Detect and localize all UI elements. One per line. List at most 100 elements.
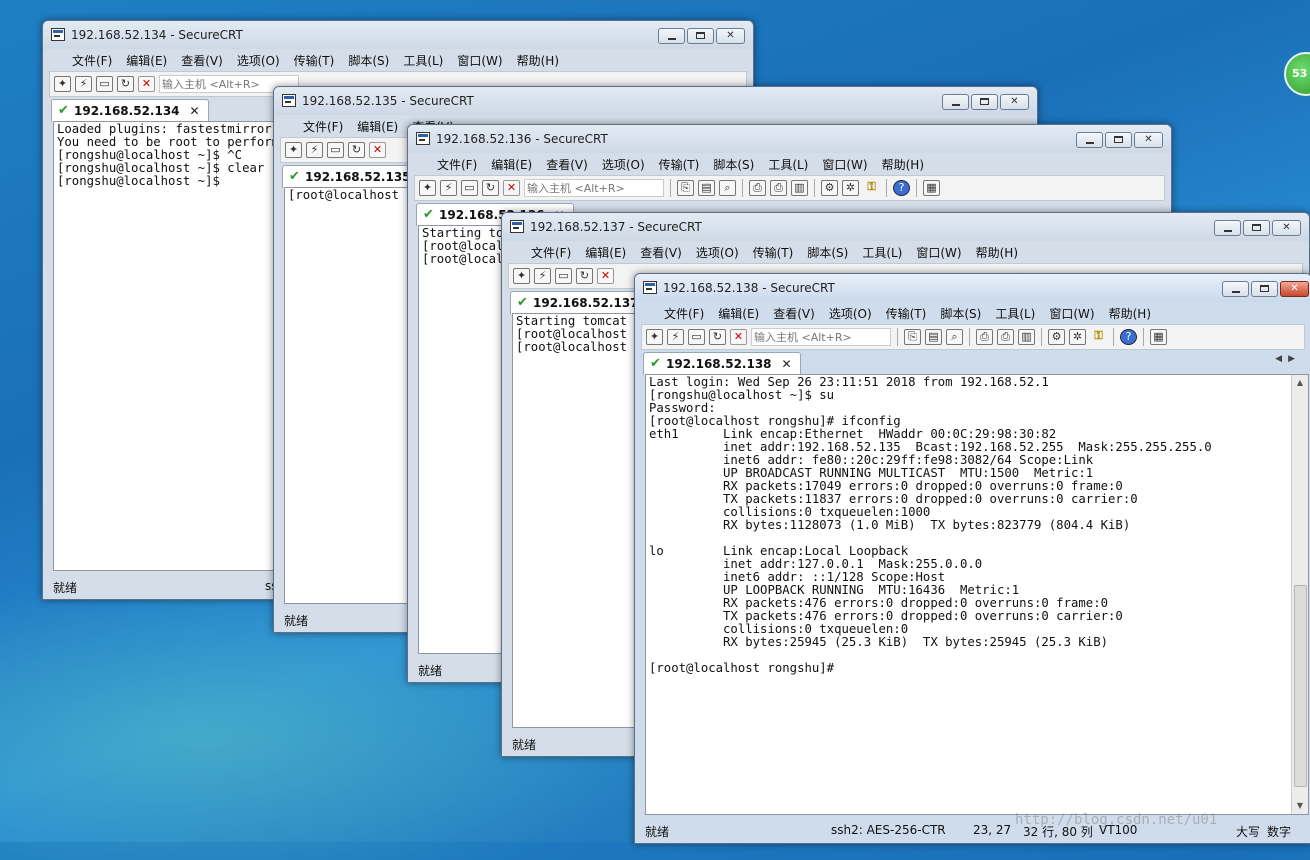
session-options-icon[interactable]: ⚙ bbox=[821, 180, 838, 196]
menu-script[interactable]: 脚本(S) bbox=[933, 302, 988, 324]
connect-tab-icon[interactable]: ▭ bbox=[327, 142, 344, 158]
close-button[interactable] bbox=[1280, 281, 1309, 297]
tab-close-icon[interactable]: ✕ bbox=[781, 353, 791, 375]
quick-connect-icon[interactable]: ⚡ bbox=[75, 76, 92, 92]
menu-transfer[interactable]: 传输(T) bbox=[879, 302, 934, 324]
host-input[interactable]: 输入主机 <Alt+R> bbox=[751, 328, 891, 346]
print-icon[interactable]: ⎙ bbox=[749, 180, 766, 196]
print-icon[interactable]: ⎙ bbox=[976, 329, 993, 345]
tab-scroll-arrows-icon[interactable]: ◀▶ bbox=[1275, 354, 1301, 364]
title-bar[interactable]: 192.168.52.134 - SecureCRT bbox=[43, 21, 753, 49]
find-icon[interactable]: ⌕ bbox=[946, 329, 963, 345]
print-selection-icon[interactable]: ⎙ bbox=[997, 329, 1014, 345]
session-tab[interactable]: ✔ 192.168.52.134 ✕ bbox=[51, 99, 209, 122]
menu-file[interactable]: 文件(F) bbox=[65, 49, 119, 71]
keymap-icon[interactable]: ⚿ bbox=[1090, 329, 1107, 345]
global-options-icon[interactable]: ✲ bbox=[842, 180, 859, 196]
paste-icon[interactable]: ▤ bbox=[698, 180, 715, 196]
connect-icon[interactable]: ✦ bbox=[285, 142, 302, 158]
maximize-button[interactable] bbox=[971, 94, 998, 110]
menu-options[interactable]: 选项(O) bbox=[230, 49, 287, 71]
menu-window[interactable]: 窗口(W) bbox=[450, 49, 509, 71]
menu-file[interactable]: 文件(F) bbox=[296, 115, 350, 137]
copy-icon[interactable]: ⎘ bbox=[904, 329, 921, 345]
quick-connect-icon[interactable]: ⚡ bbox=[534, 268, 551, 284]
scroll-thumb[interactable] bbox=[1294, 585, 1307, 787]
menu-tools[interactable]: 工具(L) bbox=[988, 302, 1042, 324]
host-input[interactable]: 输入主机 <Alt+R> bbox=[524, 179, 664, 197]
menu-help[interactable]: 帮助(H) bbox=[969, 241, 1025, 263]
find-icon[interactable]: ⌕ bbox=[719, 180, 736, 196]
menu-view[interactable]: 查看(V) bbox=[766, 302, 822, 324]
print-selection-icon[interactable]: ⎙ bbox=[770, 180, 787, 196]
menu-options[interactable]: 选项(O) bbox=[689, 241, 746, 263]
scroll-up-icon[interactable]: ▲ bbox=[1292, 375, 1308, 391]
reconnect-icon[interactable]: ↻ bbox=[348, 142, 365, 158]
copy-icon[interactable]: ⎘ bbox=[677, 180, 694, 196]
connect-icon[interactable]: ✦ bbox=[646, 329, 663, 345]
minimize-button[interactable] bbox=[658, 28, 685, 44]
sftp-icon[interactable]: ▦ bbox=[923, 180, 940, 196]
menu-help[interactable]: 帮助(H) bbox=[1102, 302, 1158, 324]
menu-window[interactable]: 窗口(W) bbox=[815, 153, 874, 175]
disconnect-icon[interactable]: ✕ bbox=[730, 329, 747, 345]
title-bar[interactable]: 192.168.52.135 - SecureCRT bbox=[274, 87, 1037, 115]
menu-transfer[interactable]: 传输(T) bbox=[287, 49, 342, 71]
disconnect-icon[interactable]: ✕ bbox=[369, 142, 386, 158]
menu-window[interactable]: 窗口(W) bbox=[1042, 302, 1101, 324]
disconnect-icon[interactable]: ✕ bbox=[597, 268, 614, 284]
minimize-button[interactable] bbox=[1222, 281, 1249, 297]
title-bar[interactable]: 192.168.52.138 - SecureCRT bbox=[635, 274, 1310, 302]
global-options-icon[interactable]: ✲ bbox=[1069, 329, 1086, 345]
session-tab[interactable]: ✔ 192.168.52.138 ✕ bbox=[643, 352, 801, 375]
menu-view[interactable]: 查看(V) bbox=[174, 49, 230, 71]
menu-file[interactable]: 文件(F) bbox=[524, 241, 578, 263]
menu-edit[interactable]: 编辑(E) bbox=[578, 241, 633, 263]
close-button[interactable] bbox=[1272, 220, 1301, 236]
minimize-button[interactable] bbox=[1214, 220, 1241, 236]
menu-window[interactable]: 窗口(W) bbox=[909, 241, 968, 263]
menu-script[interactable]: 脚本(S) bbox=[706, 153, 761, 175]
help-icon[interactable]: ? bbox=[1120, 329, 1137, 345]
close-button[interactable] bbox=[1134, 132, 1163, 148]
reconnect-icon[interactable]: ↻ bbox=[709, 329, 726, 345]
menu-edit[interactable]: 编辑(E) bbox=[119, 49, 174, 71]
menu-help[interactable]: 帮助(H) bbox=[510, 49, 566, 71]
quick-connect-icon[interactable]: ⚡ bbox=[440, 180, 457, 196]
close-button[interactable] bbox=[716, 28, 745, 44]
connect-icon[interactable]: ✦ bbox=[513, 268, 530, 284]
session-options-icon[interactable]: ⚙ bbox=[1048, 329, 1065, 345]
menu-tools[interactable]: 工具(L) bbox=[855, 241, 909, 263]
disconnect-icon[interactable]: ✕ bbox=[138, 76, 155, 92]
printer-icon[interactable]: ▥ bbox=[1018, 329, 1035, 345]
connect-tab-icon[interactable]: ▭ bbox=[461, 180, 478, 196]
menu-view[interactable]: 查看(V) bbox=[633, 241, 689, 263]
help-icon[interactable]: ? bbox=[893, 180, 910, 196]
vertical-scrollbar[interactable]: ▲ ▼ bbox=[1291, 375, 1308, 814]
maximize-button[interactable] bbox=[687, 28, 714, 44]
menu-view[interactable]: 查看(V) bbox=[539, 153, 595, 175]
menu-options[interactable]: 选项(O) bbox=[595, 153, 652, 175]
quick-connect-icon[interactable]: ⚡ bbox=[306, 142, 323, 158]
tab-close-icon[interactable]: ✕ bbox=[189, 100, 199, 122]
paste-icon[interactable]: ▤ bbox=[925, 329, 942, 345]
menu-file[interactable]: 文件(F) bbox=[430, 153, 484, 175]
connect-icon[interactable]: ✦ bbox=[54, 76, 71, 92]
connect-tab-icon[interactable]: ▭ bbox=[688, 329, 705, 345]
quick-connect-icon[interactable]: ⚡ bbox=[667, 329, 684, 345]
keymap-icon[interactable]: ⚿ bbox=[863, 180, 880, 196]
reconnect-icon[interactable]: ↻ bbox=[482, 180, 499, 196]
menu-file[interactable]: 文件(F) bbox=[657, 302, 711, 324]
title-bar[interactable]: 192.168.52.137 - SecureCRT bbox=[502, 213, 1309, 241]
menu-script[interactable]: 脚本(S) bbox=[800, 241, 855, 263]
printer-icon[interactable]: ▥ bbox=[791, 180, 808, 196]
close-button[interactable] bbox=[1000, 94, 1029, 110]
minimize-button[interactable] bbox=[942, 94, 969, 110]
menu-transfer[interactable]: 传输(T) bbox=[652, 153, 707, 175]
connect-icon[interactable]: ✦ bbox=[419, 180, 436, 196]
menu-script[interactable]: 脚本(S) bbox=[341, 49, 396, 71]
connect-tab-icon[interactable]: ▭ bbox=[96, 76, 113, 92]
scroll-down-icon[interactable]: ▼ bbox=[1292, 798, 1308, 814]
title-bar[interactable]: 192.168.52.136 - SecureCRT bbox=[408, 125, 1171, 153]
maximize-button[interactable] bbox=[1251, 281, 1278, 297]
